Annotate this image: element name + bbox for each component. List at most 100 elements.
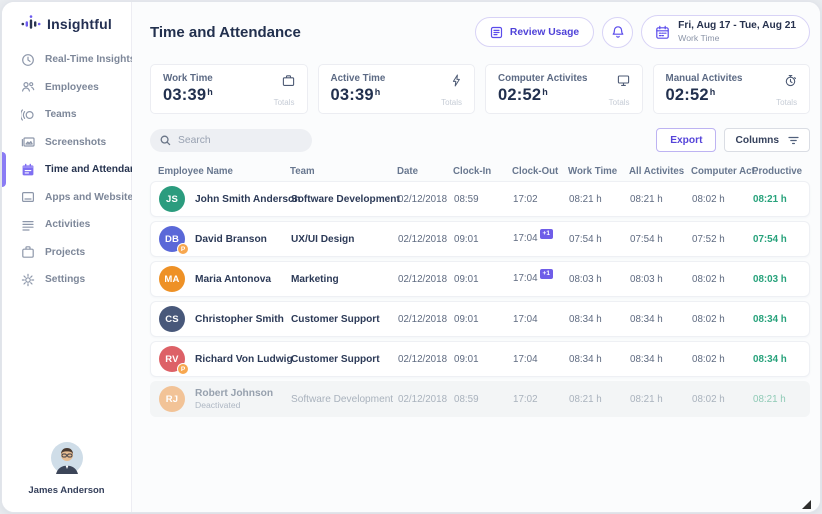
clock-out-cell: 17:04 [513, 354, 569, 365]
column-header-clock-out: Clock-Out [512, 166, 568, 177]
user-avatar [51, 442, 83, 474]
sidebar-item-settings[interactable]: Settings [2, 266, 131, 294]
export-button[interactable]: Export [656, 128, 716, 152]
table-row[interactable]: RV P Richard Von Ludwig Customer Support… [150, 341, 810, 377]
search-icon [160, 135, 171, 146]
clock-out-cell: 17:04+1 [513, 273, 569, 285]
work-time-cell: 07:54 h [569, 234, 630, 245]
sidebar-item-activities[interactable]: Activities [2, 211, 131, 239]
table-row[interactable]: DB P David Branson UX/UI Design 02/12/20… [150, 221, 810, 257]
date-cell: 02/12/2018 [398, 274, 454, 285]
computer-act-cell: 08:02 h [692, 274, 753, 285]
sidebar-item-label: Teams [45, 109, 77, 120]
notifications-button[interactable] [602, 17, 633, 48]
avatar-initials: RJ [166, 394, 179, 405]
sidebar-item-time-and-attendance[interactable]: Time and Attendance [2, 156, 131, 184]
project-badge: P [177, 363, 189, 375]
sidebar-item-projects[interactable]: Projects [2, 239, 131, 267]
stat-footer: Totals [776, 98, 797, 107]
table-row[interactable]: RJ Robert Johnson Deactivated Software D… [150, 381, 810, 417]
work-time-cell: 08:03 h [569, 274, 630, 285]
sidebar-item-employees[interactable]: Employees [2, 74, 131, 102]
all-activities-cell: 08:21 h [630, 394, 692, 405]
date-range-picker[interactable]: Fri, Aug 17 - Tue, Aug 21 Work Time [641, 15, 810, 49]
table-row[interactable]: JS John Smith Anderson Software Developm… [150, 181, 810, 217]
bell-icon [611, 25, 625, 39]
search-input[interactable] [178, 135, 302, 146]
active-nav-indicator [2, 152, 6, 187]
briefcase-icon [282, 74, 295, 87]
employee-name: Christopher Smith [195, 314, 284, 325]
app-logo-text: Insightful [47, 16, 112, 32]
employee-name: Maria Antonova [195, 274, 271, 285]
sidebar-item-real-time-insights[interactable]: Real-Time Insights [2, 46, 131, 74]
review-usage-button[interactable]: Review Usage [475, 17, 594, 47]
sidebar-item-label: Employees [45, 82, 99, 93]
column-header-team: Team [290, 166, 397, 177]
team-cell: Marketing [291, 274, 398, 285]
productive-cell: 07:54 h [753, 234, 801, 245]
computer-act-cell: 08:02 h [692, 394, 753, 405]
table-row[interactable]: MA Maria Antonova Marketing 02/12/2018 0… [150, 261, 810, 297]
productive-cell: 08:03 h [753, 274, 801, 285]
computer-act-cell: 07:52 h [692, 234, 753, 245]
sidebar-item-apps-and-websites[interactable]: Apps and Websites [2, 184, 131, 212]
team-cell: Customer Support [291, 314, 398, 325]
list-icon [21, 218, 35, 232]
employee-name: Richard Von Ludwig [195, 354, 293, 365]
sidebar-item-label: Settings [45, 274, 85, 285]
employee-cell: CS Christopher Smith [159, 306, 291, 332]
user-profile[interactable]: James Anderson [2, 442, 131, 496]
lightning-icon [451, 74, 462, 87]
browser-icon [21, 190, 35, 204]
avatar-initials: CS [165, 314, 179, 325]
employee-avatar: DB P [159, 226, 185, 252]
search-box[interactable] [150, 129, 312, 152]
employee-cell: RJ Robert Johnson Deactivated [159, 386, 291, 412]
team-cell: Software Development [291, 394, 398, 405]
stat-value: 02:52 [498, 86, 541, 104]
column-header-work-time: Work Time [568, 166, 629, 177]
work-time-cell: 08:34 h [569, 354, 630, 365]
productive-cell: 08:21 h [753, 394, 801, 405]
clock-out-cell: 17:04 [513, 314, 569, 325]
table-header: Employee Name Team Date Clock-In Clock-O… [150, 166, 810, 177]
date-range-sublabel: Work Time [678, 33, 796, 44]
all-activities-cell: 08:34 h [630, 314, 692, 325]
employee-avatar: RV P [159, 346, 185, 372]
table-row[interactable]: CS Christopher Smith Customer Support 02… [150, 301, 810, 337]
sidebar-item-label: Apps and Websites [45, 192, 139, 203]
teams-icon [21, 108, 35, 122]
productive-cell: 08:34 h [753, 354, 801, 365]
calendar-icon [655, 25, 670, 40]
employee-avatar: JS [159, 186, 185, 212]
resize-handle[interactable] [802, 500, 811, 509]
app-logo[interactable]: Insightful [2, 2, 131, 32]
sidebar-item-label: Activities [45, 219, 90, 230]
gear-icon [21, 273, 35, 287]
stat-card-manual-activities: Manual Activites 02:52h Totals [653, 64, 811, 114]
productive-cell: 08:21 h [753, 194, 801, 205]
computer-act-cell: 08:02 h [692, 314, 753, 325]
computer-act-cell: 08:02 h [692, 194, 753, 205]
review-usage-icon [490, 26, 503, 39]
briefcase-icon [21, 245, 35, 259]
employee-avatar: RJ [159, 386, 185, 412]
computer-act-cell: 08:02 h [692, 354, 753, 365]
sidebar-item-label: Real-Time Insights [45, 54, 135, 65]
avatar-initials: JS [166, 194, 178, 205]
stat-value: 03:39 [163, 86, 206, 104]
work-time-cell: 08:34 h [569, 314, 630, 325]
project-badge: P [177, 243, 189, 255]
sidebar-item-teams[interactable]: Teams [2, 101, 131, 129]
team-cell: Customer Support [291, 354, 398, 365]
sidebar-item-screenshots[interactable]: Screenshots [2, 129, 131, 157]
column-header-productive: Productive [752, 166, 802, 177]
employee-status: Deactivated [195, 400, 273, 410]
column-header-all-activities: All Activites [629, 166, 691, 177]
employee-avatar: MA [159, 266, 185, 292]
all-activities-cell: 07:54 h [630, 234, 692, 245]
columns-button[interactable]: Columns [724, 128, 810, 152]
review-usage-label: Review Usage [510, 27, 579, 38]
avatar-initials: MA [164, 274, 179, 285]
